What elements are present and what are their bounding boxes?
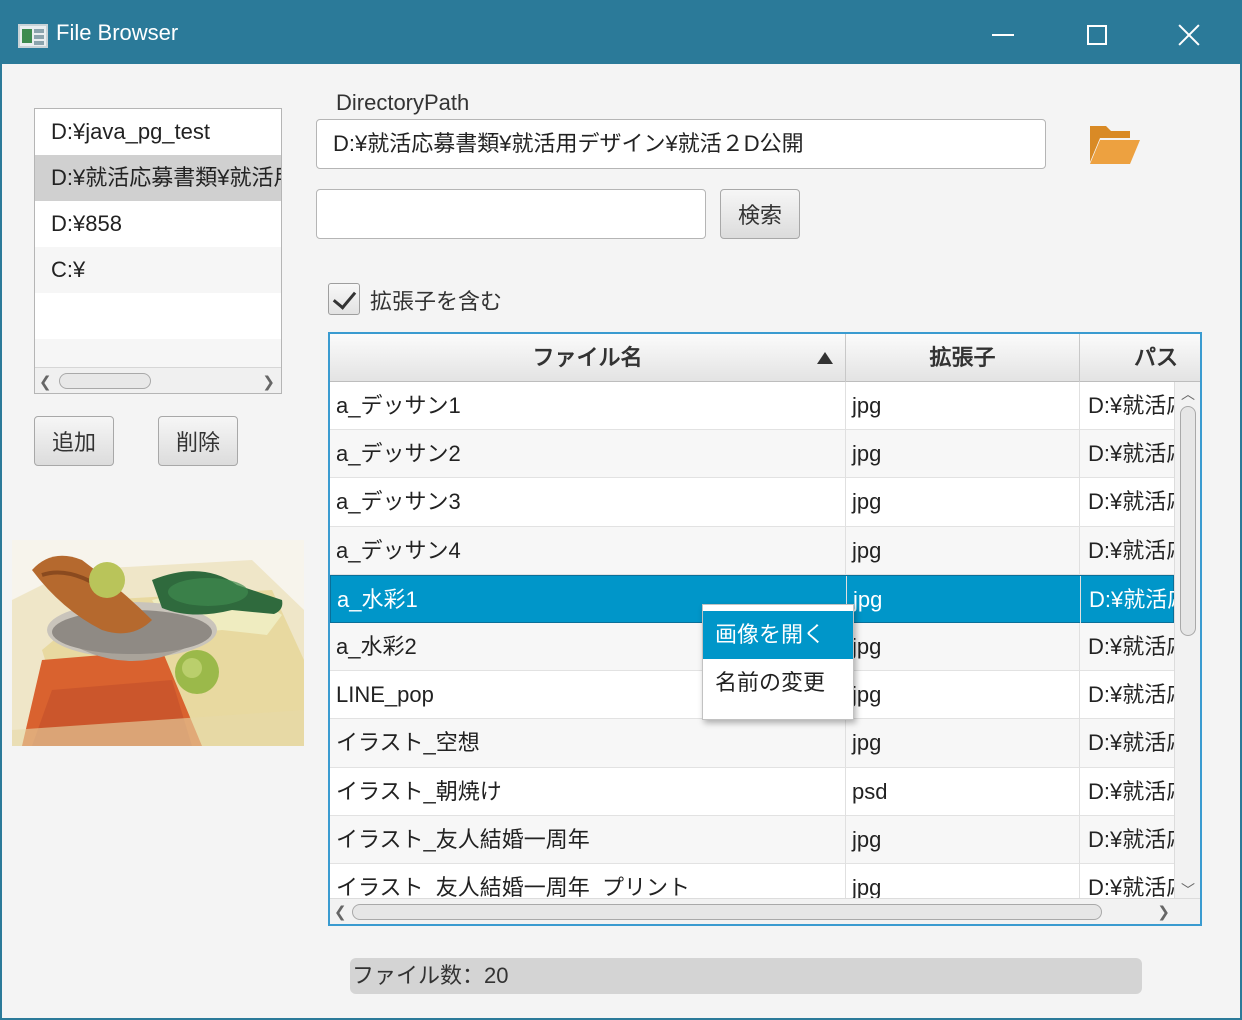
cell-path: D:¥就活応: [1088, 826, 1174, 852]
add-button[interactable]: 追加: [34, 416, 114, 466]
title-bar[interactable]: File Browser: [2, 2, 1240, 64]
scrollbar-thumb[interactable]: [59, 373, 151, 389]
cell-path: D:¥就活応: [1088, 441, 1174, 467]
close-icon: [1177, 23, 1201, 47]
cell-path: D:¥就活応: [1088, 778, 1174, 804]
cell-extension: jpg: [846, 478, 1080, 527]
cell-path: D:¥就活応: [1088, 393, 1174, 418]
cell-filename: イラスト_友人結婚一周年: [330, 815, 846, 864]
cell-extension: jpg: [846, 430, 1080, 479]
scroll-right-icon[interactable]: ❯: [1157, 903, 1170, 921]
sort-ascending-icon: [817, 352, 833, 364]
scroll-left-icon[interactable]: ❮: [39, 373, 52, 391]
directory-path-field[interactable]: D:¥就活応募書類¥就活用デザイン¥就活２D公開: [316, 119, 1046, 169]
table-row[interactable]: a_デッサン2 jpg D:¥就活応: [330, 430, 1174, 479]
table-row[interactable]: a_デッサン1 jpg D:¥就活応: [330, 382, 1174, 431]
search-input[interactable]: [316, 189, 706, 239]
cell-extension: jpg: [847, 575, 1081, 624]
scrollbar-thumb[interactable]: [352, 904, 1102, 920]
include-extension-label[interactable]: 拡張子を含む: [370, 284, 502, 316]
cell-path: D:¥就活応: [1088, 682, 1174, 708]
directory-list-item-selected[interactable]: D:¥就活応募書類¥就活用デザイン¥就活２D公開: [35, 155, 281, 201]
cell-extension: jpg: [846, 382, 1080, 430]
file-browser-window: File Browser D:¥java_pg_test D:¥就活応募書類¥就…: [0, 0, 1242, 1020]
cell-filename: a_デッサン3: [330, 478, 846, 527]
delete-button[interactable]: 削除: [158, 416, 238, 466]
maximize-icon: [1087, 25, 1107, 45]
scroll-down-icon[interactable]: ﹀: [1181, 880, 1195, 900]
column-header-extension[interactable]: 拡張子: [846, 334, 1080, 382]
cell-extension: jpg: [846, 815, 1080, 864]
maximize-button[interactable]: [1074, 12, 1120, 58]
column-header-label: ファイル名: [532, 345, 643, 370]
context-menu-open-image[interactable]: 画像を開く: [703, 611, 853, 659]
minimize-button[interactable]: [980, 12, 1026, 58]
scrollbar-thumb[interactable]: [1180, 406, 1196, 636]
cell-filename: イラスト_朝焼け: [330, 767, 846, 816]
column-header-filename[interactable]: ファイル名: [330, 334, 846, 382]
cell-path: D:¥就活応: [1088, 489, 1174, 515]
table-header: ファイル名 拡張子 パス: [330, 334, 1200, 382]
main-content: D:¥java_pg_test D:¥就活応募書類¥就活用デザイン¥就活２D公開…: [2, 64, 1240, 1018]
scroll-left-icon[interactable]: ❮: [334, 903, 347, 921]
scroll-up-icon[interactable]: ︿: [1181, 384, 1195, 404]
table-vertical-scrollbar[interactable]: ︿ ﹀: [1174, 382, 1200, 902]
context-menu-rename[interactable]: 名前の変更: [703, 659, 853, 707]
table-row[interactable]: a_デッサン3 jpg D:¥就活応: [330, 478, 1174, 527]
directory-list-item[interactable]: C:¥: [35, 247, 281, 293]
close-button[interactable]: [1166, 12, 1212, 58]
table-row[interactable]: イラスト_空想 jpg D:¥就活応: [330, 719, 1174, 768]
cell-filename: イラスト_友人結婚一周年_プリント: [330, 863, 846, 902]
directory-list-empty-row: [35, 293, 281, 339]
directory-list-item[interactable]: D:¥858: [35, 201, 281, 247]
minimize-icon: [992, 34, 1014, 36]
table-row[interactable]: イラスト_友人結婚一周年_プリント jpg D:¥就活応: [330, 863, 1174, 902]
cell-extension: jpg: [846, 863, 1080, 902]
window-title: File Browser: [56, 20, 179, 45]
app-icon: [18, 24, 48, 48]
scroll-right-icon[interactable]: ❯: [262, 373, 275, 391]
file-count-status: ファイル数：20: [350, 958, 1142, 994]
table-row[interactable]: イラスト_朝焼け psd D:¥就活応: [330, 767, 1174, 816]
directory-list-item[interactable]: D:¥java_pg_test: [35, 109, 281, 155]
include-extension-checkbox[interactable]: [328, 283, 360, 315]
cell-extension: jpg: [846, 622, 1080, 671]
cell-path: D:¥就活応: [1088, 633, 1174, 659]
browse-folder-button[interactable]: [1086, 116, 1142, 168]
table-row[interactable]: a_デッサン4 jpg D:¥就活応: [330, 526, 1174, 575]
search-button[interactable]: 検索: [720, 189, 800, 239]
folder-open-icon: [1090, 126, 1140, 164]
cell-path: D:¥就活応: [1089, 586, 1174, 612]
cell-extension: jpg: [846, 719, 1080, 768]
image-preview: [12, 540, 304, 746]
cell-filename: a_デッサン1: [330, 382, 846, 430]
still-life-painting-image: [12, 540, 304, 746]
table-row[interactable]: イラスト_友人結婚一周年 jpg D:¥就活応: [330, 815, 1174, 864]
cell-path: D:¥就活応: [1088, 537, 1174, 563]
context-menu: 画像を開く 名前の変更: [702, 604, 854, 720]
directory-list-horizontal-scrollbar[interactable]: ❮ ❯: [35, 367, 281, 393]
cell-extension: psd: [846, 767, 1080, 816]
cell-filename: a_デッサン4: [330, 526, 846, 575]
cell-extension: jpg: [846, 526, 1080, 575]
directory-list[interactable]: D:¥java_pg_test D:¥就活応募書類¥就活用デザイン¥就活２D公開…: [34, 108, 282, 394]
column-header-path[interactable]: パス: [1080, 334, 1200, 382]
cell-filename: イラスト_空想: [330, 719, 846, 768]
table-horizontal-scrollbar[interactable]: ❮ ❯: [330, 898, 1200, 924]
cell-filename: a_デッサン2: [330, 430, 846, 479]
cell-extension: jpg: [846, 671, 1080, 720]
cell-path: D:¥就活応: [1088, 730, 1174, 756]
cell-path: D:¥就活応: [1088, 874, 1174, 900]
directory-path-label: DirectoryPath: [336, 90, 470, 115]
